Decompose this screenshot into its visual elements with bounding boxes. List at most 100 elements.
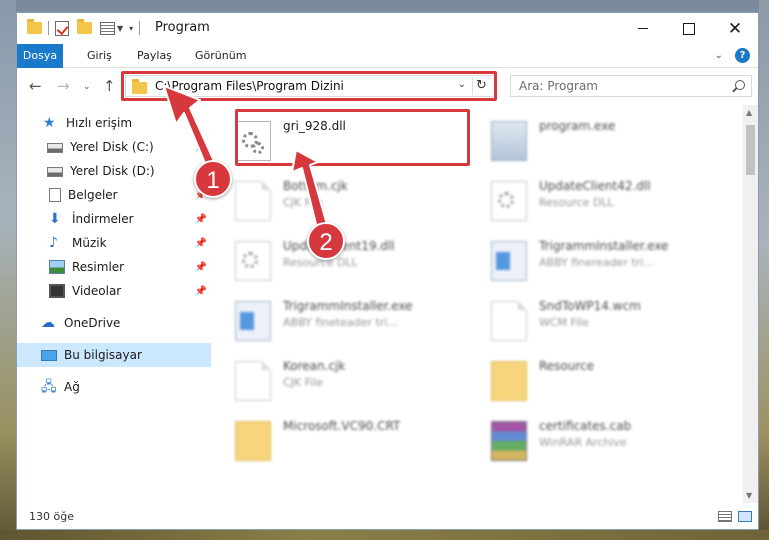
disk-icon <box>47 167 63 177</box>
chevron-down-icon[interactable]: ▼ <box>117 24 123 33</box>
back-arrow-icon[interactable]: ← <box>29 77 42 95</box>
sidebar-item-label: Resimler <box>72 260 125 274</box>
folder-icon <box>27 19 42 34</box>
video-icon <box>49 284 65 298</box>
sidebar-item-network[interactable]: 🖧 Ağ <box>17 375 211 399</box>
file-tile[interactable]: TrigrammInstaller.exe ABBY finereader tr… <box>483 231 723 289</box>
tab-file[interactable]: Dosya <box>17 44 63 68</box>
file-name: Microsoft.VC90.CRT <box>283 419 401 433</box>
new-folder-icon[interactable] <box>77 19 92 34</box>
pin-icon[interactable]: 📌 <box>195 214 207 225</box>
step-badge-2: 2 <box>307 222 345 260</box>
file-name: Resource <box>539 359 595 373</box>
quick-access-toolbar: ▼ ▾ <box>27 19 146 37</box>
file-name: Korean.cjk <box>283 359 346 373</box>
search-icon[interactable] <box>735 80 745 90</box>
file-icon <box>235 181 271 221</box>
file-tile[interactable]: Bottom.cjk CJK File <box>227 171 467 229</box>
sidebar-item-this-pc[interactable]: Bu bilgisayar <box>17 343 211 367</box>
sidebar-item-label: Videolar <box>72 284 122 298</box>
disk-icon <box>47 143 63 153</box>
sidebar-item-quick-access[interactable]: ★ Hızlı erişim <box>17 111 211 135</box>
sidebar-item-local-disk-c[interactable]: Yerel Disk (C:) 📌 <box>17 135 211 159</box>
pin-icon[interactable]: 📌 <box>195 262 207 273</box>
search-input[interactable]: Ara: Program <box>519 79 598 93</box>
scrollbar-thumb[interactable] <box>746 125 755 175</box>
customize-toolbar-icon[interactable]: ▾ <box>129 24 133 33</box>
folder-icon <box>491 361 527 401</box>
file-tile[interactable]: program.exe <box>483 111 723 169</box>
pin-icon[interactable]: 📌 <box>195 142 207 153</box>
title-bar: ▼ ▾ Program ✕ <box>17 13 758 44</box>
file-type: ABBY fineteader tri... <box>283 316 398 329</box>
recent-locations-icon[interactable]: ⌄ <box>83 82 91 92</box>
file-type: WinRAR Archive <box>539 436 627 449</box>
sidebar-item-downloads[interactable]: ⬇ İndirmeler 📌 <box>17 207 211 231</box>
window-icon <box>491 241 527 281</box>
file-name: SndToWP14.wcm <box>539 299 641 313</box>
file-name: certificates.cab <box>539 419 632 433</box>
network-icon: 🖧 <box>41 379 57 395</box>
sidebar-item-documents[interactable]: Belgeler 📌 <box>17 183 211 207</box>
vertical-scrollbar[interactable]: ▲ ▼ <box>743 105 758 503</box>
file-highlight <box>235 109 470 166</box>
close-button[interactable]: ✕ <box>712 13 758 44</box>
up-arrow-icon[interactable]: ↑ <box>103 77 116 95</box>
file-type: ABBY finereader tri... <box>539 256 654 269</box>
maximize-button[interactable] <box>666 13 712 44</box>
sidebar-item-pictures[interactable]: Resimler 📌 <box>17 255 211 279</box>
dll-gear-icon <box>491 181 527 221</box>
search-box[interactable]: Ara: Program <box>510 75 752 97</box>
download-icon: ⬇ <box>49 211 61 227</box>
file-tile[interactable]: Resource <box>483 351 723 409</box>
pin-icon[interactable]: 📌 <box>195 238 207 249</box>
navigation-pane: ★ Hızlı erişim Yerel Disk (C:) 📌 Yerel D… <box>17 105 211 503</box>
step-badge-1: 1 <box>194 160 232 198</box>
rename-icon[interactable] <box>100 21 115 35</box>
file-tile[interactable]: UpdateClient19.dll Resource DLL <box>227 231 467 289</box>
properties-check-icon[interactable] <box>55 20 69 36</box>
large-icons-view-icon[interactable] <box>738 511 752 522</box>
file-tile[interactable]: certificates.cab WinRAR Archive <box>483 411 723 469</box>
document-icon <box>49 188 61 202</box>
sidebar-item-label: Hızlı erişim <box>66 116 133 130</box>
archive-icon <box>491 421 527 461</box>
pin-icon[interactable]: 📌 <box>195 286 207 297</box>
scroll-up-icon[interactable]: ▲ <box>746 108 752 117</box>
sidebar-item-label: Yerel Disk (C:) <box>70 140 154 154</box>
sidebar-item-label: İndirmeler <box>72 212 134 226</box>
file-name: TrigrammInstaller.exe <box>539 239 669 253</box>
sidebar-item-label: Müzik <box>72 236 107 250</box>
minimize-button[interactable] <box>620 13 666 44</box>
file-tile[interactable]: Korean.cjk CJK File <box>227 351 467 409</box>
file-tile[interactable]: UpdateClient42.dll Resource DLL <box>483 171 723 229</box>
file-tile[interactable]: Microsoft.VC90.CRT <box>227 411 467 469</box>
details-view-icon[interactable] <box>718 511 732 522</box>
music-icon: ♪ <box>49 235 58 251</box>
file-icon <box>491 301 527 341</box>
computer-icon <box>41 349 57 361</box>
file-type: CJK File <box>283 376 324 389</box>
tab-home[interactable]: Giriş <box>75 44 124 68</box>
window-title: Program <box>155 20 210 35</box>
tab-share[interactable]: Paylaş <box>125 44 184 68</box>
sidebar-item-onedrive[interactable]: ☁ OneDrive <box>17 311 211 335</box>
dll-gear-icon <box>235 241 271 281</box>
tab-view[interactable]: Görünüm <box>183 44 258 68</box>
pictures-icon <box>49 260 65 274</box>
sidebar-item-label: Belgeler <box>68 188 118 202</box>
file-name: UpdateClient42.dll <box>539 179 651 193</box>
scroll-down-icon[interactable]: ▼ <box>746 491 752 500</box>
forward-arrow-icon[interactable]: → <box>57 77 70 95</box>
expand-ribbon-icon[interactable]: ⌄ <box>715 50 723 61</box>
file-name: Bottom.cjk <box>283 179 348 193</box>
toolbar-divider <box>139 21 141 35</box>
sidebar-item-label: Ağ <box>64 380 80 394</box>
help-icon[interactable]: ? <box>735 48 750 63</box>
exe-icon <box>491 121 527 161</box>
sidebar-item-music[interactable]: ♪ Müzik 📌 <box>17 231 211 255</box>
sidebar-item-local-disk-d[interactable]: Yerel Disk (D:) 📌 <box>17 159 211 183</box>
file-tile[interactable]: TrigrammInstaller.exe ABBY fineteader tr… <box>227 291 467 349</box>
file-tile[interactable]: SndToWP14.wcm WCM File <box>483 291 723 349</box>
sidebar-item-videos[interactable]: Videolar 📌 <box>17 279 211 303</box>
